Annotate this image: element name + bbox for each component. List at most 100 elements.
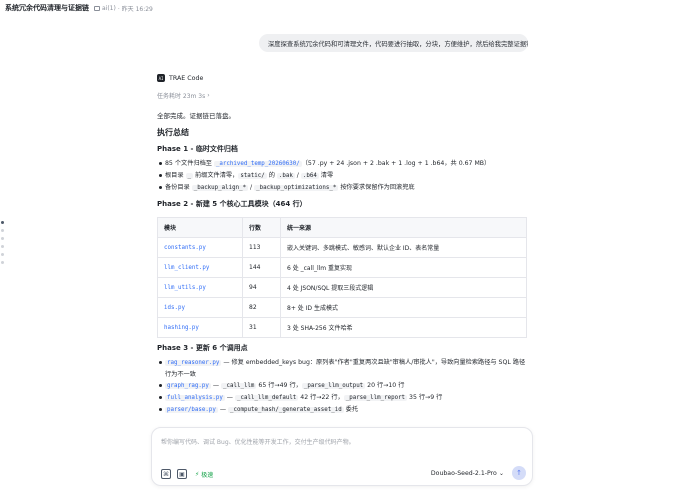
nav-dot[interactable] [1, 261, 4, 264]
nav-dot[interactable] [1, 237, 4, 240]
text: 20 行→10 行 [365, 382, 405, 389]
inline-code: _backup_optimizations_* [254, 185, 339, 191]
speed-mode-toggle[interactable]: ⚡ 极速 [195, 470, 213, 479]
table-row: hashing.py 31 3 处 SHA-256 文件哈希 [157, 317, 527, 338]
agent-name: TRAE Code [169, 74, 204, 82]
nav-dot[interactable] [1, 229, 4, 232]
phase2-heading: Phase 2 - 新建 5 个核心工具模块（464 行） [157, 200, 307, 208]
lightning-icon: ⚡ [195, 470, 200, 478]
inline-code: .bak [276, 173, 295, 179]
column-header: 行数 [242, 217, 281, 238]
text: / [294, 172, 301, 179]
line-count: 82 [242, 297, 281, 318]
inline-code: _call_llm [221, 383, 257, 389]
list-item: 85 个文件归档至 _archived_temp_20260630/（57 .p… [157, 158, 529, 170]
speed-label: 极速 [201, 471, 214, 479]
text: 根目录 [165, 172, 186, 179]
table-row: llm_client.py 144 6 处 _call_llm 重复实现 [157, 257, 527, 278]
text: （57 .py + 24 .json + 2 .bak + 1 .log + 1… [301, 160, 491, 167]
phase3-heading: Phase 3 - 更新 6 个调用点 [157, 344, 248, 352]
inline-code: _compute_hash/_generate_asset_id [228, 407, 344, 413]
inline-code: _backup_align_* [191, 185, 249, 191]
image-icon[interactable]: ▣ [177, 469, 187, 479]
source-desc: 4 处 JSON/SQL 提取三段式逻辑 [280, 277, 527, 298]
inline-code: _parse_llm_output [301, 383, 366, 389]
text: 按你要求保留作为回滚兜底 [338, 184, 415, 191]
nav-dot[interactable] [1, 253, 4, 256]
chevron-down-icon: ⌄ [498, 470, 504, 477]
file-link[interactable]: parser/base.py [165, 407, 218, 413]
text: 的 [266, 172, 277, 179]
module-file-link[interactable]: ids.py [157, 297, 243, 318]
source-desc: 8+ 处 ID 生成模式 [280, 297, 527, 318]
list-item: full_analysis.py — _call_llm_default 42 … [157, 392, 529, 404]
model-selector[interactable]: Doubao-Seed-2.1-Pro ⌄ [431, 470, 504, 477]
source-desc: 3 处 SHA-256 文件哈希 [280, 317, 527, 338]
response-intro: 全部完成。证据链已落盘。 [157, 112, 235, 120]
line-count: 31 [242, 317, 281, 338]
user-message: 深度探查系统冗余代码和可清理文件，代码要进行抽取，分块，方便维护，然后给我完整证… [259, 34, 528, 52]
module-file-link[interactable]: constants.py [157, 237, 243, 258]
inline-code: .b64 [300, 173, 319, 179]
phase3-list: rag_reasoner.py — 修复 embedded_keys bug：原… [157, 357, 529, 416]
list-item: 备份目录 _backup_align_* / _backup_optimizat… [157, 182, 529, 194]
send-icon[interactable]: ↑ [512, 466, 526, 480]
conversation-meta: ai(1) · 昨天 16:29 [94, 4, 153, 13]
column-header: 统一来源 [280, 217, 527, 238]
text: 65 行→49 行， [256, 382, 302, 389]
text: 委托 [343, 406, 359, 413]
source-desc: 6 处 _call_llm 重复实现 [280, 257, 527, 278]
source-desc: 嵌入关键词、多跳模式、敏感词、默认企业 ID、表名常量 [280, 237, 527, 258]
column-header: 模块 [157, 217, 243, 238]
text: 前缀文件清零， [193, 172, 239, 179]
conversation-title: 系统冗余代码清理与证据链 [5, 4, 89, 12]
composer[interactable]: 帮你编写代码、调试 Bug、优化性能等开发工作，交付生产级代码产物。 ⌘ ▣ ⚡… [151, 427, 533, 486]
message-navigator [1, 221, 4, 264]
inline-code: _ [185, 173, 194, 179]
agent-response: 全部完成。证据链已落盘。 执行总结 Phase 1 - 临时文件归档 85 个文… [157, 111, 529, 416]
chevron-right-icon: › [207, 92, 210, 99]
inline-code: _call_llm_default [234, 395, 299, 401]
text: 42 行→22 行， [298, 394, 344, 401]
text: — [210, 382, 222, 389]
top-bar: 系统冗余代码清理与证据链 ai(1) · 昨天 16:29 [0, 0, 683, 16]
text: 备份目录 [165, 184, 192, 191]
line-count: 94 [242, 277, 281, 298]
task-duration-toggle[interactable]: 任务耗时 23m 3s › [157, 91, 210, 100]
nav-dot[interactable] [1, 221, 4, 224]
archive-path-link[interactable]: _archived_temp_20260630/ [213, 161, 302, 167]
composer-tools: ⌘ ▣ ⚡ 极速 [161, 469, 213, 479]
table-row: ids.py 82 8+ 处 ID 生成模式 [157, 297, 527, 318]
folder-icon [94, 5, 100, 11]
nav-dot[interactable] [1, 245, 4, 248]
module-file-link[interactable]: hashing.py [157, 317, 243, 338]
table-row: constants.py 113 嵌入关键词、多跳模式、敏感词、默认企业 ID、… [157, 237, 527, 258]
modules-table: 模块 行数 统一来源 constants.py 113 嵌入关键词、多跳模式、敏… [157, 217, 527, 338]
table-header-row: 模块 行数 统一来源 [157, 217, 527, 238]
phase1-list: 85 个文件归档至 _archived_temp_20260630/（57 .p… [157, 158, 529, 194]
module-file-link[interactable]: llm_client.py [157, 257, 243, 278]
agent-header: AI TRAE Code [157, 74, 203, 82]
attach-icon[interactable]: ⌘ [161, 469, 171, 479]
text: — [217, 406, 228, 413]
text: 85 个文件归档至 [165, 160, 214, 167]
line-count: 113 [242, 237, 281, 258]
conversation-time: · 昨天 16:29 [117, 5, 153, 13]
list-item: graph_rag.py — _call_llm 65 行→49 行， _pars… [157, 380, 529, 392]
model-name: Doubao-Seed-2.1-Pro [430, 470, 497, 477]
folder-name[interactable]: ai(1) [102, 5, 116, 12]
text: 35 行→9 行 [407, 394, 443, 401]
composer-input[interactable]: 帮你编写代码、调试 Bug、优化性能等开发工作，交付生产级代码产物。 [161, 437, 355, 446]
task-duration: 任务耗时 23m 3s [157, 93, 206, 100]
module-file-link[interactable]: llm_utils.py [157, 277, 243, 298]
inline-code: static/ [238, 173, 267, 179]
text: 清零 [318, 172, 334, 179]
text: — [224, 394, 235, 401]
list-item: 根目录 _ 前缀文件清零， static/ 的 .bak / .b64 清零 [157, 170, 529, 182]
file-link[interactable]: graph_rag.py [165, 383, 211, 389]
phase1-heading: Phase 1 - 临时文件归档 [157, 145, 238, 153]
file-link[interactable]: rag_reasoner.py [165, 360, 222, 366]
agent-logo-icon: AI [157, 74, 165, 82]
file-link[interactable]: full_analysis.py [165, 395, 225, 401]
inline-code: _parse_llm_report [343, 395, 408, 401]
